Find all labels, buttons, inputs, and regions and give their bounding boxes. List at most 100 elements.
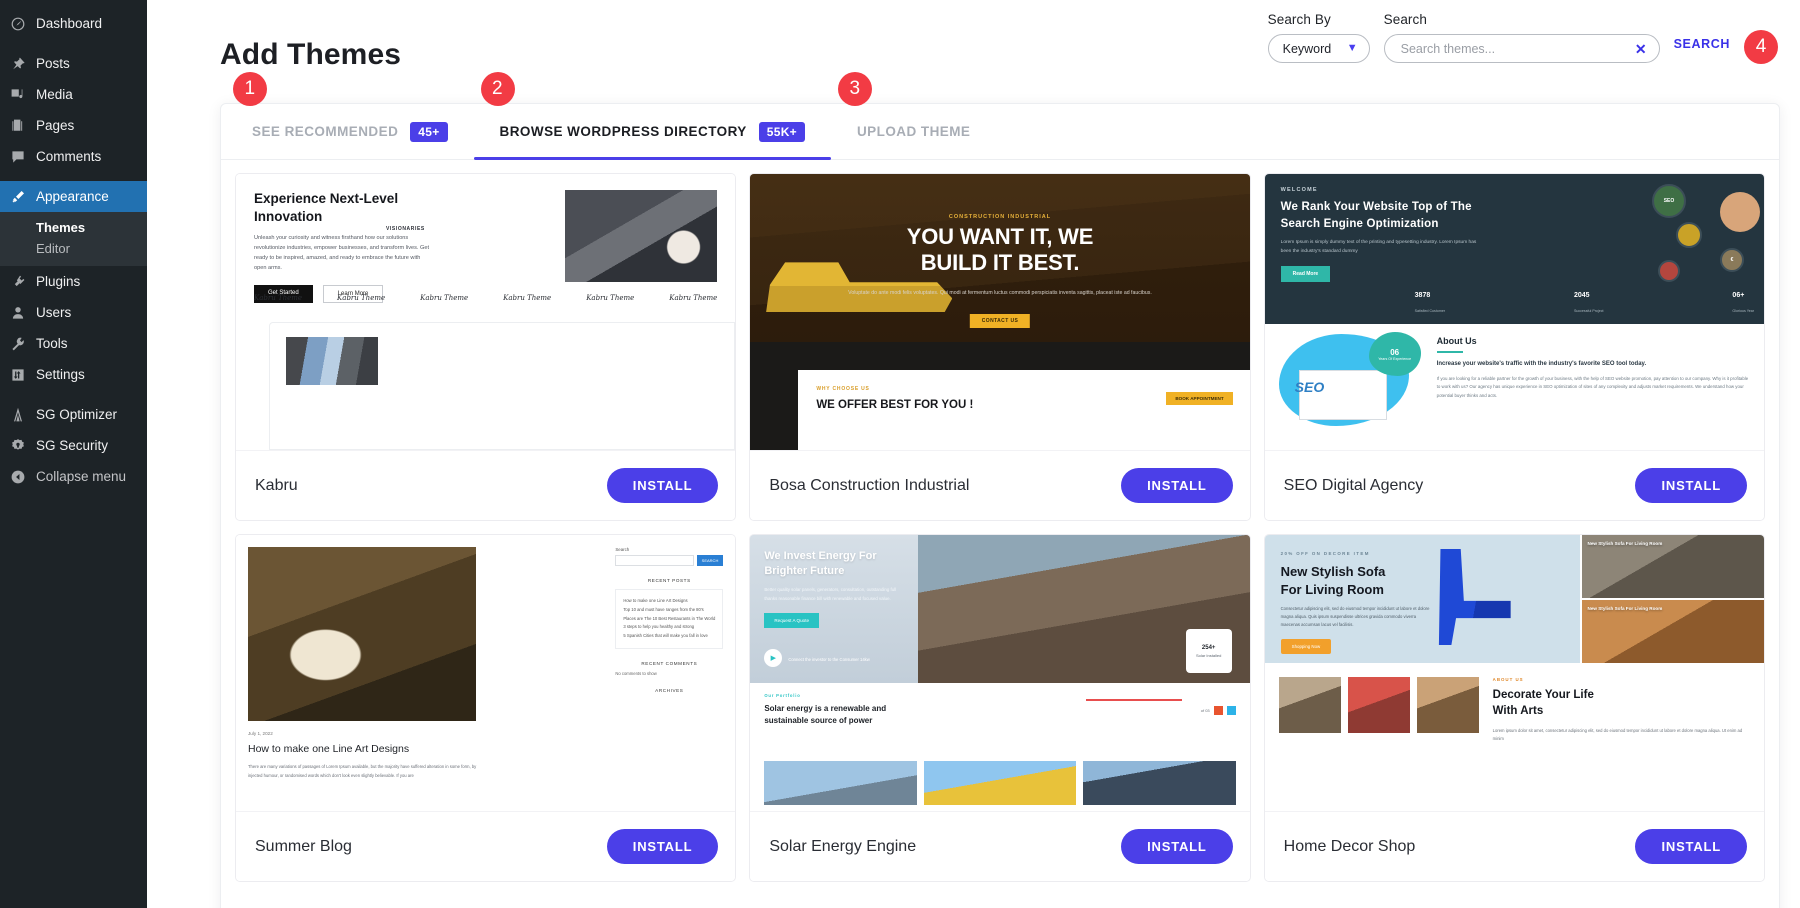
sidebar-item-label: SG Optimizer — [36, 407, 118, 422]
media-icon — [9, 86, 27, 104]
theme-name: Summer Blog — [255, 837, 352, 855]
sidebar-item-media[interactable]: Media — [0, 79, 147, 110]
theme-card-summer-blog[interactable]: July 1, 2022 How to make one Line Art De… — [235, 534, 737, 882]
theme-card-seo-digital-agency[interactable]: WELCOME We Rank Your Website Top of The … — [1263, 173, 1765, 521]
install-button[interactable]: INSTALL — [606, 468, 719, 503]
preview-hero-copy: We Invest Energy For Brighter Future Bet… — [750, 535, 919, 683]
preview-logo: Kabru Theme — [586, 294, 635, 302]
theme-card-bosa-construction-industrial[interactable]: CONSTRUCTION INDUSTRIAL YOU WANT IT, WE … — [749, 173, 1251, 521]
preview-paragraph: Better quality solar panels, generators,… — [764, 587, 897, 601]
theme-preview-image[interactable]: 254+ Solar Installed We Invest Energy Fo… — [750, 535, 1250, 811]
search-input-wrap[interactable]: Search themes... ✕ — [1383, 34, 1660, 63]
theme-preview-image[interactable]: Experience Next-Level Innovation Unleash… — [236, 174, 736, 450]
preview-badge-value: 254+ — [1201, 644, 1216, 651]
install-button[interactable]: INSTALL — [1635, 468, 1747, 503]
tab-browse-wordpress-directory[interactable]: 2 BROWSE WORDPRESS DIRECTORY 55K+ — [473, 72, 832, 160]
preview-button: Shopping Now — [1280, 638, 1332, 654]
install-button[interactable]: INSTALL — [1121, 468, 1233, 503]
wrench-icon — [9, 335, 27, 353]
theme-preview-image[interactable]: WELCOME We Rank Your Website Top of The … — [1264, 174, 1764, 450]
preview-about-heading-line2: With Arts — [1492, 704, 1544, 717]
preview-about-section: ABOUT US Decorate Your Life With Arts Lo… — [1264, 663, 1764, 811]
install-button[interactable]: INSTALL — [1121, 829, 1233, 864]
preview-hero: WELCOME We Rank Your Website Top of The … — [1264, 174, 1764, 324]
step-badge-2: 2 — [480, 72, 515, 106]
theme-preview-image[interactable]: 20% OFF ON DECORE ITEM New Stylish Sofa … — [1264, 535, 1764, 811]
dashboard-icon — [9, 15, 27, 33]
tab-label: SEE RECOMMENDED — [252, 124, 399, 139]
preview-video-text: Connect the investor to the Consumer 14k… — [788, 657, 870, 663]
search-button[interactable]: SEARCH — [1674, 37, 1730, 51]
pages-icon — [9, 117, 27, 135]
preview-paragraph: Consectetur adipiscing elit, sed do eius… — [1280, 606, 1430, 628]
preview-heading: Experience Next-Level Innovation — [254, 191, 399, 225]
theme-name: Solar Energy Engine — [769, 837, 917, 855]
theme-name: Bosa Construction Industrial — [769, 476, 970, 494]
tab-upload-theme[interactable]: 3 UPLOAD THEME — [831, 72, 996, 159]
preview-heading: We Invest Energy For Brighter Future — [764, 550, 877, 578]
theme-card-home-decor-shop[interactable]: 20% OFF ON DECORE ITEM New Stylish Sofa … — [1263, 534, 1765, 882]
preview-hero: 254+ Solar Installed We Invest Energy Fo… — [750, 535, 1250, 683]
tab-count-pill: 45+ — [410, 121, 448, 142]
sidebar-item-users[interactable]: Users — [0, 297, 147, 328]
theme-card-solar-energy-engine[interactable]: 254+ Solar Installed We Invest Energy Fo… — [749, 534, 1251, 882]
preview-heading: We Rank Your Website Top of The Search E… — [1280, 201, 1472, 230]
theme-card-kabru[interactable]: Experience Next-Level Innovation Unleash… — [235, 173, 737, 521]
close-icon[interactable]: ✕ — [1635, 42, 1647, 56]
preview-heading: New Stylish Sofa For Living Room — [1281, 563, 1564, 598]
sidebar-item-settings[interactable]: Settings — [0, 359, 147, 390]
sidebar-item-label: Pages — [36, 118, 75, 133]
preview-stat-label: Glorious Year — [1732, 309, 1754, 313]
sidebar-item-label: Settings — [36, 367, 85, 382]
sidebar-subitem-themes[interactable]: Themes — [0, 217, 147, 238]
preview-stat-value: 2045 — [1573, 292, 1590, 299]
preview-eyebrow: Our Portfolio — [764, 693, 801, 698]
sidebar-item-tools[interactable]: Tools — [0, 328, 147, 359]
sidebar-item-collapse-menu[interactable]: Collapse menu — [0, 461, 147, 492]
preview-thumb — [1278, 677, 1341, 733]
tab-see-recommended[interactable]: 1 SEE RECOMMENDED 45+ — [226, 72, 474, 159]
sidebar-item-appearance[interactable]: Appearance — [0, 181, 147, 212]
preview-thumb — [764, 761, 917, 805]
theme-preview-image[interactable]: CONSTRUCTION INDUSTRIAL YOU WANT IT, WE … — [750, 174, 1250, 450]
preview-tile: New Stylish Sofa For Living Room — [1581, 535, 1764, 598]
preview-gallery — [1278, 677, 1479, 797]
theme-preview-image[interactable]: July 1, 2022 How to make one Line Art De… — [236, 535, 736, 811]
preview-about-text: If you are looking for a reliable partne… — [1436, 376, 1749, 398]
sidebar-item-dashboard[interactable]: Dashboard — [0, 8, 147, 39]
install-button[interactable]: INSTALL — [1635, 829, 1747, 864]
preview-tiles: New Stylish Sofa For Living Room New Sty… — [1580, 535, 1764, 663]
user-icon — [9, 304, 27, 322]
sidebar-item-comments[interactable]: Comments — [0, 141, 147, 172]
sidebar-item-label: Tools — [36, 336, 68, 351]
preview-recent-post: How to make one Line Art Designs — [623, 598, 688, 603]
theme-name: SEO Digital Agency — [1283, 476, 1424, 494]
preview-button: Read More — [1280, 266, 1331, 283]
sidebar-item-plugins[interactable]: Plugins — [0, 266, 147, 297]
search-input-placeholder[interactable]: Search themes... — [1401, 42, 1496, 56]
preview-hero: 20% OFF ON DECORE ITEM New Stylish Sofa … — [1264, 535, 1764, 663]
preview-progress: of 03 — [1085, 699, 1236, 715]
sidebar-item-sg-optimizer[interactable]: SG Optimizer — [0, 399, 147, 430]
search-by-select[interactable]: Keyword ▼ — [1267, 34, 1370, 63]
preview-section-label: VISIONARIES — [386, 226, 425, 232]
tab-count-pill: 55K+ — [758, 121, 805, 142]
preview-avatar — [1720, 192, 1760, 232]
preview-paragraph: Unleash your curiosity and witness first… — [254, 235, 430, 271]
preview-stat: 3878 Satisfied Customer — [1415, 292, 1445, 317]
search-label: Search — [1383, 12, 1427, 27]
tab-label: UPLOAD THEME — [856, 124, 971, 139]
install-button[interactable]: INSTALL — [606, 829, 719, 864]
sidebar-item-posts[interactable]: Posts — [0, 48, 147, 79]
sidebar-subitem-editor[interactable]: Editor — [0, 238, 147, 259]
preview-about-heading-line1: Decorate Your Life — [1492, 689, 1594, 701]
preview-screen — [1298, 370, 1387, 420]
preview-about-text: Lorem ipsum dolor sit amet, consectetur … — [1492, 728, 1743, 742]
preview-recent-post: Top 10 and must have ranges from the 80'… — [623, 606, 704, 612]
sidebar-item-sg-security[interactable]: SG Security — [0, 430, 147, 461]
sidebar-item-pages[interactable]: Pages — [0, 110, 147, 141]
preview-post-date: July 1, 2022 — [248, 731, 273, 736]
nav-square-icon — [1213, 706, 1223, 715]
preview-archives-title: ARCHIVES — [655, 688, 684, 694]
preview-heading-line1: YOU WANT IT, WE — [906, 224, 1094, 249]
